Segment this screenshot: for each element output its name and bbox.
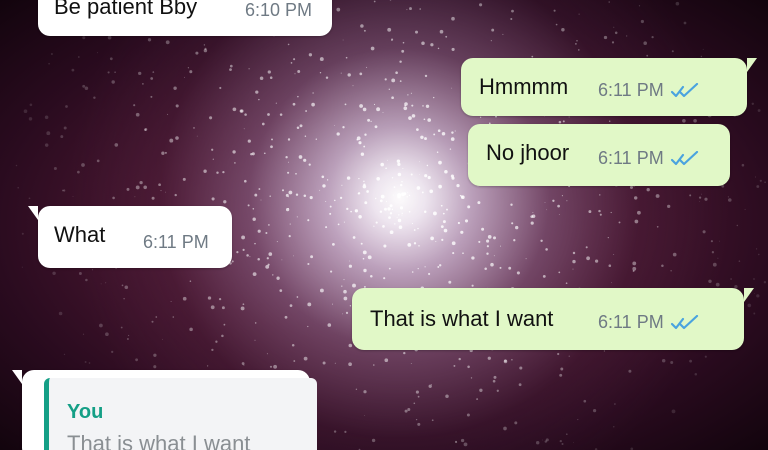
incoming-message-bubble[interactable]: What 6:11 PM <box>28 206 232 268</box>
message-time: 6:10 PM <box>245 0 313 20</box>
double-check-icon <box>670 314 698 329</box>
message-time: 6:11 PM <box>598 312 664 332</box>
message-text: No jhoor <box>486 140 570 165</box>
outgoing-message-bubble[interactable]: No jhoor 6:11 PM <box>468 124 730 186</box>
outgoing-message-bubble[interactable]: That is what I want 6:11 PM <box>352 288 754 350</box>
double-check-icon <box>670 150 698 165</box>
message-text: What <box>54 222 106 247</box>
outgoing-message-bubble[interactable]: Hmmmm 6:11 PM <box>461 58 757 116</box>
message-text: Hmmmm <box>479 74 569 99</box>
message-meta: 6:11 PM <box>598 312 704 333</box>
message-time: 6:11 PM <box>598 80 664 100</box>
incoming-message-bubble[interactable]: Be patient Bby 6:10 PM <box>38 0 332 36</box>
incoming-reply-message-bubble[interactable]: You That is what I want <box>12 370 317 450</box>
double-check-icon <box>670 82 698 97</box>
message-time: 6:11 PM <box>598 148 664 168</box>
message-meta: 6:11 PM <box>598 148 704 169</box>
reply-author: You <box>67 401 104 423</box>
message-meta: 6:10 PM <box>245 0 312 21</box>
message-time: 6:11 PM <box>143 232 209 252</box>
message-text: That is what I want <box>370 306 554 331</box>
message-text: Be patient Bby <box>54 0 198 19</box>
reply-preview-text: That is what I want <box>67 431 251 450</box>
message-meta: 6:11 PM <box>143 232 209 253</box>
message-meta: 6:11 PM <box>598 80 704 101</box>
reply-preview[interactable]: You That is what I want <box>44 378 317 450</box>
